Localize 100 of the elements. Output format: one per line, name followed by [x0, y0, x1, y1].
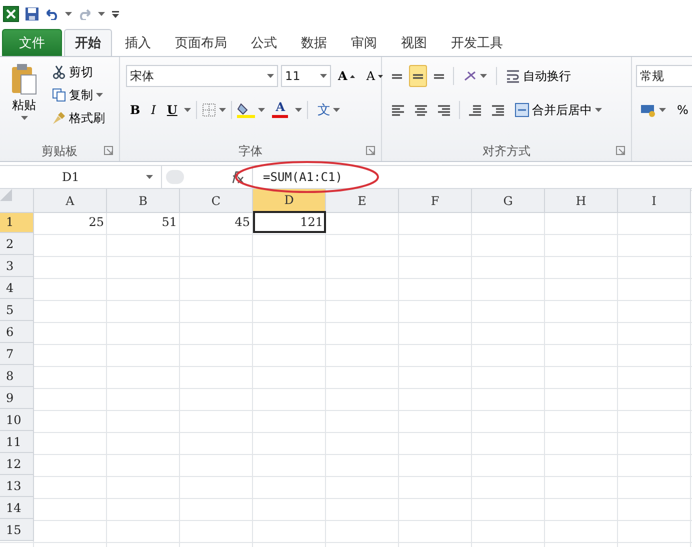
row-header[interactable]: 6 — [0, 321, 34, 343]
up-caret-icon — [350, 74, 356, 78]
caret-icon — [65, 12, 72, 16]
shrink-font-button[interactable]: A — [362, 65, 387, 87]
dialog-launcher-icon[interactable] — [366, 146, 375, 155]
cell-value: 45 — [234, 214, 251, 231]
ribbon-tab[interactable]: 公式 — [240, 29, 288, 56]
row-header[interactable]: 9 — [0, 387, 34, 409]
percent-button[interactable]: % — [673, 99, 692, 121]
cell-value: 51 — [160, 214, 178, 231]
orientation-icon — [463, 70, 477, 82]
paste-button[interactable]: 粘贴 — [4, 61, 44, 141]
align-left-icon — [392, 104, 404, 116]
caret-icon — [219, 108, 226, 112]
currency-icon — [640, 103, 656, 117]
caret-icon — [98, 12, 105, 16]
row-header[interactable]: 3 — [0, 255, 34, 277]
column-header[interactable]: H — [545, 189, 618, 213]
file-tab[interactable]: 文件 — [2, 29, 62, 56]
redo-icon — [78, 8, 92, 20]
caret-icon — [295, 108, 302, 112]
caret-icon — [20, 116, 28, 120]
copy-button[interactable]: 复制 — [48, 84, 109, 106]
row-header[interactable]: 5 — [0, 299, 34, 321]
column-header[interactable]: C — [180, 189, 253, 213]
bottom-align-icon — [434, 74, 444, 78]
ribbon-tab[interactable]: 视图 — [390, 29, 438, 56]
caret-icon — [267, 74, 274, 78]
row-header[interactable]: 11 — [0, 431, 34, 453]
caret-icon — [258, 108, 266, 112]
cancel-enter-pill-icon — [166, 169, 184, 185]
down-caret-icon — [378, 74, 383, 78]
font-color-button[interactable]: A — [268, 99, 292, 121]
row-header[interactable]: 15 — [0, 519, 34, 541]
merge-center-button[interactable]: 合并后居中 — [511, 99, 606, 121]
column-header[interactable]: F — [399, 189, 472, 213]
save-icon — [25, 7, 39, 21]
cell-value: 25 — [88, 214, 105, 231]
row-header[interactable]: 7 — [0, 343, 34, 365]
ribbon-tab[interactable]: 插入 — [114, 29, 162, 56]
align-center-icon — [415, 104, 427, 116]
dialog-launcher-icon[interactable] — [616, 146, 625, 155]
copy-icon — [52, 88, 66, 102]
clipboard-icon — [11, 63, 37, 95]
undo-icon — [45, 8, 59, 20]
column-header[interactable]: B — [107, 189, 180, 213]
formula-field[interactable]: =SUM(A1:C1) — [252, 166, 692, 188]
row-header[interactable]: 12 — [0, 453, 34, 475]
group-label: 字体 — [238, 142, 262, 160]
caret-icon — [146, 175, 153, 179]
ribbon-tab[interactable]: 数据 — [290, 29, 338, 56]
merge-cells-icon — [515, 103, 529, 117]
caret-icon — [659, 108, 666, 112]
row-header[interactable]: 10 — [0, 409, 34, 431]
border-icon — [202, 103, 216, 117]
decrease-indent-icon — [469, 104, 481, 116]
caret-icon — [320, 74, 327, 78]
caret-icon — [333, 108, 340, 112]
font-size-dropdown[interactable]: 11 — [281, 65, 331, 87]
middle-align-icon — [413, 74, 423, 78]
underline-button[interactable]: U — [162, 99, 182, 121]
top-align-icon — [392, 74, 402, 78]
row-header[interactable]: 13 — [0, 475, 34, 497]
row-header[interactable]: 4 — [0, 277, 34, 299]
row-header[interactable]: 1 — [0, 211, 34, 233]
grow-font-button[interactable]: A — [334, 65, 360, 87]
wrap-text-icon — [506, 69, 520, 83]
number-format-dropdown[interactable]: 常规 — [636, 65, 692, 87]
wrap-text-button[interactable]: 自动换行 — [502, 65, 575, 87]
group-label: 剪贴板 — [42, 142, 78, 160]
ribbon-tab[interactable]: 审阅 — [340, 29, 388, 56]
middle-align-button[interactable] — [409, 65, 427, 87]
increase-indent-icon — [492, 104, 504, 116]
ribbon-tab[interactable]: 页面布局 — [164, 29, 238, 56]
customize-toolbar-icon — [111, 10, 120, 18]
italic-button[interactable]: I — [147, 99, 160, 121]
row-header[interactable]: 2 — [0, 233, 34, 255]
ribbon-tab[interactable]: 开发工具 — [440, 29, 514, 56]
bold-button[interactable]: B — [126, 99, 144, 121]
excel-logo-icon — [3, 6, 19, 22]
column-header[interactable]: I — [618, 189, 691, 213]
phonetic-button[interactable]: 文 — [313, 99, 344, 121]
row-header[interactable]: 14 — [0, 497, 34, 519]
column-header[interactable]: G — [472, 189, 545, 213]
format-painter-button[interactable]: 格式刷 — [48, 107, 109, 129]
font-name-dropdown[interactable]: 宋体 — [126, 65, 278, 87]
column-header[interactable]: E — [326, 189, 399, 213]
name-box[interactable]: D1 — [0, 166, 162, 188]
caret-icon — [96, 93, 103, 97]
ribbon-tab[interactable]: 开始 — [64, 29, 112, 56]
function-icon — [232, 170, 244, 184]
cell-value: 121 — [253, 211, 326, 233]
caret-icon — [595, 108, 602, 112]
caret-icon — [184, 108, 192, 112]
row-header[interactable]: 8 — [0, 365, 34, 387]
caret-icon — [480, 74, 487, 78]
align-right-icon — [438, 104, 450, 116]
dialog-launcher-icon[interactable] — [104, 146, 113, 155]
column-header[interactable]: A — [34, 189, 107, 213]
cut-button[interactable]: 剪切 — [48, 61, 109, 83]
